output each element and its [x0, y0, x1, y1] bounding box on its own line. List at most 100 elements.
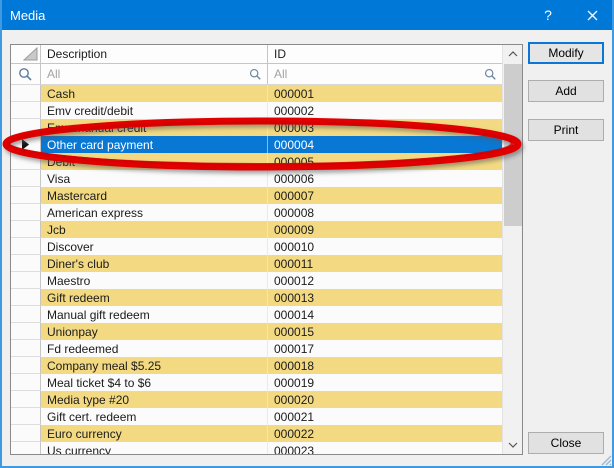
cell-id[interactable]: 000015	[268, 323, 502, 340]
cell-description[interactable]: Unionpay	[41, 323, 268, 340]
cell-description[interactable]: Visa	[41, 170, 268, 187]
cell-description[interactable]: Other card payment	[41, 136, 268, 153]
row-header-cell[interactable]	[11, 85, 41, 102]
cell-id[interactable]: 000013	[268, 289, 502, 306]
table-row[interactable]: Maestro000012	[11, 272, 502, 289]
cell-description[interactable]: Cash	[41, 85, 268, 102]
cell-id[interactable]: 000007	[268, 187, 502, 204]
cell-description[interactable]: Gift cert. redeem	[41, 408, 268, 425]
cell-description[interactable]: Fd redeemed	[41, 340, 268, 357]
row-header-cell[interactable]	[11, 102, 41, 119]
cell-id[interactable]: 000002	[268, 102, 502, 119]
row-header-cell[interactable]	[11, 374, 41, 391]
modify-button[interactable]: Modify	[528, 42, 604, 64]
table-row[interactable]: Other card payment000004	[11, 136, 502, 153]
table-row[interactable]: Gift cert. redeem000021	[11, 408, 502, 425]
cell-description[interactable]: Manual gift redeem	[41, 306, 268, 323]
cell-description[interactable]: Emv credit/debit	[41, 102, 268, 119]
cell-id[interactable]: 000001	[268, 85, 502, 102]
row-header-cell[interactable]	[11, 323, 41, 340]
cell-description[interactable]: Company meal $5.25	[41, 357, 268, 374]
filter-description-cell[interactable]: All	[41, 64, 268, 84]
cell-description[interactable]: Emv manual credit	[41, 119, 268, 136]
table-row[interactable]: American express000008	[11, 204, 502, 221]
table-row[interactable]: Media type #20000020	[11, 391, 502, 408]
cell-description[interactable]: Euro currency	[41, 425, 268, 442]
table-row[interactable]: Discover000010	[11, 238, 502, 255]
row-header-cell[interactable]	[11, 255, 41, 272]
cell-description[interactable]: Jcb	[41, 221, 268, 238]
cell-description[interactable]: Discover	[41, 238, 268, 255]
row-header-cell[interactable]	[11, 272, 41, 289]
row-header-cell[interactable]	[11, 408, 41, 425]
table-row[interactable]: Manual gift redeem000014	[11, 306, 502, 323]
row-header-cell[interactable]	[11, 442, 41, 455]
table-row[interactable]: Emv credit/debit000002	[11, 102, 502, 119]
cell-description[interactable]: Debit	[41, 153, 268, 170]
vertical-scrollbar[interactable]	[502, 45, 522, 454]
row-header-cell[interactable]	[11, 425, 41, 442]
scroll-down-button[interactable]	[503, 436, 523, 454]
row-header-cell[interactable]	[11, 289, 41, 306]
table-row[interactable]: Unionpay000015	[11, 323, 502, 340]
cell-description[interactable]: Us currency	[41, 442, 268, 455]
cell-id[interactable]: 000014	[268, 306, 502, 323]
table-row[interactable]: Company meal $5.25000018	[11, 357, 502, 374]
row-header-cell[interactable]	[11, 119, 41, 136]
scroll-up-button[interactable]	[503, 45, 523, 63]
row-header-cell[interactable]	[11, 204, 41, 221]
help-button[interactable]: ?	[526, 0, 570, 30]
table-row[interactable]: Visa000006	[11, 170, 502, 187]
cell-id[interactable]: 000019	[268, 374, 502, 391]
cell-description[interactable]: American express	[41, 204, 268, 221]
table-row[interactable]: Cash000001	[11, 85, 502, 102]
select-all-corner[interactable]	[11, 45, 41, 63]
filter-id-cell[interactable]: All	[268, 64, 502, 84]
cell-description[interactable]: Mastercard	[41, 187, 268, 204]
cell-id[interactable]: 000023	[268, 442, 502, 455]
row-header-cell[interactable]	[11, 391, 41, 408]
row-header-cell[interactable]	[11, 221, 41, 238]
table-row[interactable]: Fd redeemed000017	[11, 340, 502, 357]
row-header-cell[interactable]	[11, 357, 41, 374]
cell-id[interactable]: 000012	[268, 272, 502, 289]
row-header-cell[interactable]	[11, 153, 41, 170]
table-row[interactable]: Diner's club000011	[11, 255, 502, 272]
column-header-description[interactable]: Description	[41, 45, 268, 63]
row-header-cell[interactable]	[11, 187, 41, 204]
table-row[interactable]: Jcb000009	[11, 221, 502, 238]
resize-grip-icon[interactable]	[599, 453, 612, 466]
cell-id[interactable]: 000004	[268, 136, 502, 153]
table-row[interactable]: Euro currency000022	[11, 425, 502, 442]
cell-id[interactable]: 000018	[268, 357, 502, 374]
row-header-cell[interactable]	[11, 136, 41, 153]
table-row[interactable]: Debit000005	[11, 153, 502, 170]
search-icon[interactable]	[249, 68, 262, 81]
column-header-id[interactable]: ID	[268, 45, 502, 63]
cell-description[interactable]: Media type #20	[41, 391, 268, 408]
cell-id[interactable]: 000017	[268, 340, 502, 357]
cell-description[interactable]: Meal ticket $4 to $6	[41, 374, 268, 391]
table-row[interactable]: Mastercard000007	[11, 187, 502, 204]
table-row[interactable]: Meal ticket $4 to $6000019	[11, 374, 502, 391]
cell-id[interactable]: 000022	[268, 425, 502, 442]
add-button[interactable]: Add	[528, 80, 604, 102]
cell-description[interactable]: Maestro	[41, 272, 268, 289]
cell-id[interactable]: 000003	[268, 119, 502, 136]
print-button[interactable]: Print	[528, 119, 604, 141]
row-header-cell[interactable]	[11, 306, 41, 323]
cell-id[interactable]: 000005	[268, 153, 502, 170]
cell-id[interactable]: 000006	[268, 170, 502, 187]
row-header-cell[interactable]	[11, 170, 41, 187]
close-window-button[interactable]	[570, 0, 614, 30]
cell-id[interactable]: 000008	[268, 204, 502, 221]
cell-id[interactable]: 000009	[268, 221, 502, 238]
filter-id-input[interactable]: All	[274, 67, 484, 81]
cell-id[interactable]: 000010	[268, 238, 502, 255]
cell-description[interactable]: Gift redeem	[41, 289, 268, 306]
filter-description-input[interactable]: All	[47, 67, 249, 81]
table-row[interactable]: Emv manual credit000003	[11, 119, 502, 136]
close-button[interactable]: Close	[528, 432, 604, 454]
titlebar[interactable]: Media ?	[0, 0, 614, 30]
cell-id[interactable]: 000021	[268, 408, 502, 425]
